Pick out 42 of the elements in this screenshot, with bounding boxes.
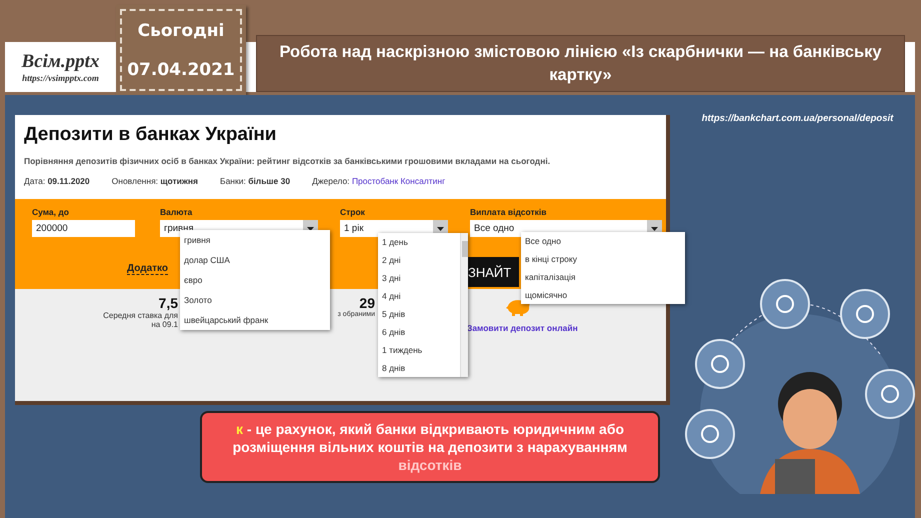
dropdown-option[interactable]: 3 дні: [378, 269, 460, 287]
date-label: Сьогодні: [138, 20, 224, 40]
dropdown-option[interactable]: євро: [180, 270, 330, 290]
meta-info: Оновлення: щотижня: [112, 176, 198, 186]
dropdown-option[interactable]: капіталізація: [521, 268, 685, 286]
dropdown-option[interactable]: долар США: [180, 250, 330, 270]
stat-caption: Середня ставка для: [103, 311, 178, 320]
stat-value: 29: [359, 295, 375, 311]
meta-info: Дата: 09.11.2020: [24, 176, 90, 186]
page-subtitle: Порівняння депозитів фізичних осіб в банках України: рейтинг відсотків за банківськими грошовими вкладами на сьогодні.: [24, 156, 552, 166]
dropdown-option[interactable]: щомісячно: [521, 286, 685, 304]
stat-caption: на 09.1: [151, 320, 178, 329]
dropdown-option[interactable]: Золото: [180, 290, 330, 310]
order-deposit-link[interactable]: Замовити депозит онлайн: [467, 323, 578, 333]
dropdown-option[interactable]: в кінці строку: [521, 250, 685, 268]
input-field[interactable]: 200000: [32, 220, 135, 237]
dropdown-option[interactable]: 6 днів: [378, 323, 460, 341]
additional-link[interactable]: Додатко: [127, 263, 168, 275]
dropdown-option[interactable]: 4 дні: [378, 287, 460, 305]
dropdown-option[interactable]: 8 днів: [378, 359, 460, 377]
source-url: https://bankchart.com.ua/personal/deposit: [702, 113, 894, 124]
scrollbar[interactable]: [460, 233, 468, 377]
field-label: Сума, до: [32, 207, 70, 217]
page-title: Депозити в банках України: [24, 124, 278, 146]
meta-info: Банки: більше 30: [220, 176, 290, 186]
slide-title: Робота над наскрізною змістовою лінією «Із скарбнички — на банківську картку»: [278, 42, 883, 86]
date-text: 07.04.2021: [127, 60, 235, 80]
field-label: Виплата відсотків: [470, 207, 548, 217]
dropdown-option[interactable]: 1 тиждень: [378, 341, 460, 359]
definition-text: відсотків: [398, 457, 462, 473]
source-link[interactable]: Простобанк Консалтинг: [352, 176, 446, 186]
definition-text: к - це рахунок, який банки відкривають юридичним або: [236, 421, 624, 437]
dropdown-option[interactable]: 5 днів: [378, 305, 460, 323]
dropdown-option[interactable]: 2 дні: [378, 251, 460, 269]
field-label: Валюта: [160, 207, 194, 217]
logo-url: https://vsimpptx.com: [22, 73, 99, 83]
logo-title: Всім.pptx: [22, 51, 100, 73]
stat-value: 7,5: [158, 295, 178, 311]
meta-info: Джерело: Простобанк Консалтинг: [312, 176, 446, 186]
definition-text: розміщення вільних коштів на депозити з нарахуванням: [232, 439, 628, 455]
dropdown-option[interactable]: швейцарський франк: [180, 310, 330, 330]
field-label: Строк: [340, 207, 366, 217]
